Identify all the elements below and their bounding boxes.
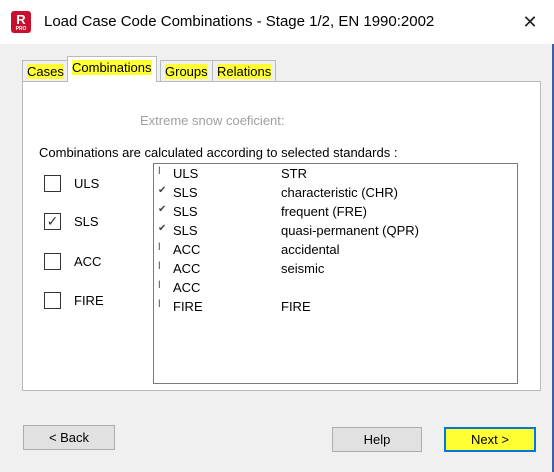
list-item-desc: quasi-permanent (QPR) bbox=[281, 223, 419, 238]
list-item-desc: accidental bbox=[281, 242, 340, 257]
list-item[interactable]: ✔ SLS characteristic (CHR) bbox=[154, 184, 514, 203]
tab-groups-label: Groups bbox=[165, 64, 208, 79]
list-unchecked-icon[interactable]: ǀ bbox=[158, 166, 170, 177]
list-unchecked-icon[interactable]: ǀ bbox=[158, 242, 170, 253]
list-item-type: SLS bbox=[173, 185, 198, 200]
close-icon[interactable]: ✕ bbox=[514, 8, 546, 36]
list-item-type: FIRE bbox=[173, 299, 203, 314]
tab-combinations[interactable]: Combinations bbox=[67, 56, 157, 82]
standards-caption: Combinations are calculated according to… bbox=[39, 145, 398, 160]
list-item-desc: characteristic (CHR) bbox=[281, 185, 399, 200]
list-item-type: ULS bbox=[173, 166, 199, 181]
dialog-window: R PRO Load Case Code Combinations - Stag… bbox=[0, 0, 554, 472]
list-check-icon[interactable]: ✔ bbox=[158, 185, 170, 196]
app-icon-sub: PRO bbox=[15, 26, 27, 32]
tab-relations-label: Relations bbox=[217, 64, 272, 79]
list-item[interactable]: ǀ FIRE FIRE bbox=[154, 298, 514, 317]
list-item-desc: seismic bbox=[281, 261, 325, 276]
tab-cases-label: Cases bbox=[27, 64, 64, 79]
sls-checkbox-label: SLS bbox=[74, 214, 99, 229]
list-unchecked-icon[interactable]: ǀ bbox=[158, 299, 170, 310]
acc-checkbox[interactable] bbox=[44, 253, 61, 270]
fire-checkbox-label: FIRE bbox=[74, 293, 104, 308]
list-item-type: ACC bbox=[173, 242, 201, 257]
sls-checkbox[interactable]: ✓ bbox=[44, 213, 61, 230]
window-title: Load Case Code Combinations - Stage 1/2,… bbox=[44, 13, 435, 30]
list-item-desc: FIRE bbox=[281, 299, 311, 314]
tab-relations[interactable]: Relations bbox=[212, 60, 277, 82]
tab-cases[interactable]: Cases bbox=[22, 60, 69, 82]
list-item[interactable]: ǀ ACC seismic bbox=[154, 260, 514, 279]
list-item[interactable]: ǀ ACC bbox=[154, 279, 514, 298]
list-item[interactable]: ǀ ULS STR bbox=[154, 165, 514, 184]
list-unchecked-icon[interactable]: ǀ bbox=[158, 261, 170, 272]
snow-coefficient-label: Extreme snow coeficient: bbox=[140, 113, 285, 128]
list-item-desc: frequent (FRE) bbox=[281, 204, 367, 219]
acc-checkbox-label: ACC bbox=[74, 254, 102, 269]
app-icon-letter: R bbox=[16, 12, 26, 27]
title-bar: R PRO Load Case Code Combinations - Stag… bbox=[0, 0, 554, 44]
list-item-type: ACC bbox=[173, 261, 201, 276]
list-item[interactable]: ✔ SLS quasi-permanent (QPR) bbox=[154, 222, 514, 241]
fire-checkbox[interactable] bbox=[44, 292, 61, 309]
checkmark-icon: ✓ bbox=[46, 213, 59, 229]
uls-checkbox[interactable] bbox=[44, 175, 61, 192]
combinations-list[interactable]: ǀ ULS STR ✔ SLS characteristic (CHR) ✔ S… bbox=[153, 163, 518, 384]
robot-app-icon: R PRO bbox=[11, 11, 31, 33]
list-item[interactable]: ǀ ACC accidental bbox=[154, 241, 514, 260]
list-item-desc: STR bbox=[281, 166, 307, 181]
next-button[interactable]: Next > bbox=[444, 427, 536, 452]
list-item-type: SLS bbox=[173, 204, 198, 219]
list-item-type: ACC bbox=[173, 280, 201, 295]
list-check-icon[interactable]: ✔ bbox=[158, 204, 170, 215]
list-check-icon[interactable]: ✔ bbox=[158, 223, 170, 234]
uls-checkbox-label: ULS bbox=[74, 176, 100, 191]
back-button[interactable]: < Back bbox=[23, 425, 115, 450]
list-item[interactable]: ✔ SLS frequent (FRE) bbox=[154, 203, 514, 222]
list-unchecked-icon[interactable]: ǀ bbox=[158, 280, 170, 291]
tab-combinations-label: Combinations bbox=[72, 60, 152, 75]
tab-groups[interactable]: Groups bbox=[160, 60, 213, 82]
list-item-type: SLS bbox=[173, 223, 198, 238]
help-button[interactable]: Help bbox=[332, 427, 422, 452]
